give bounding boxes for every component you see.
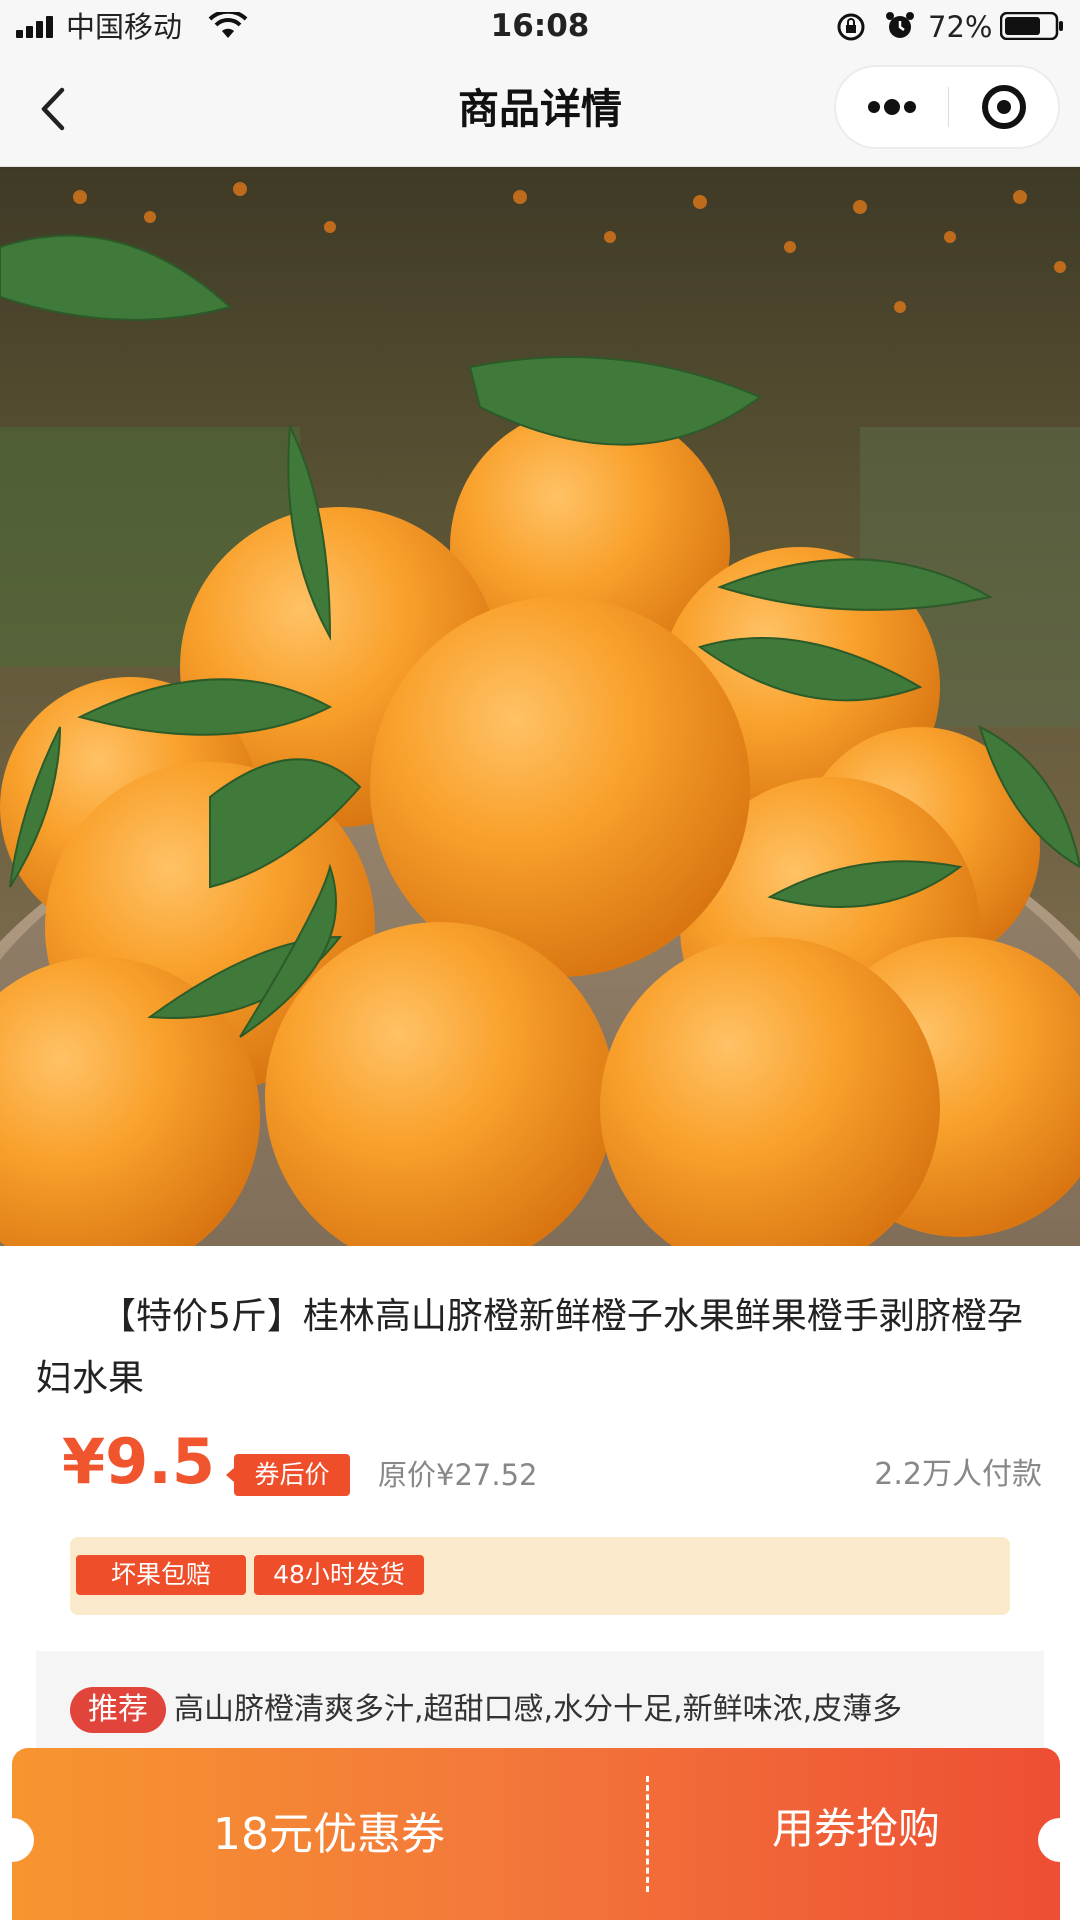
buy-with-coupon-button[interactable]: 用券抢购 [652,1800,1060,1858]
coupon-amount-button[interactable]: 18元优惠券 [12,1806,646,1864]
service-tag-48h-shipping: 48小时发货 [254,1555,424,1595]
mini-program-capsule [834,65,1060,149]
nav-bar: 商品详情 [0,52,1080,167]
alarm-icon [886,12,914,38]
status-bar: 中国移动 16:08 72% [0,0,1080,52]
rotation-lock-icon [837,13,865,41]
current-price: ¥9.5 [62,1425,215,1498]
service-guarantees: 坏果包赔 48小时发货 [70,1537,1010,1615]
product-title: 【特价5斤】桂林高山脐橙新鲜橙子水果鲜果橙手剥脐橙孕妇水果 [36,1296,1023,1399]
close-mini-program-icon[interactable] [950,67,1060,147]
recommend-section: 推荐 高山脐橙清爽多汁,超甜口感,水分十足,新鲜味浓,皮薄多 [36,1651,1044,1751]
battery-icon [1000,12,1063,40]
sales-count: 2.2万人付款 [874,1457,1042,1492]
product-image[interactable] [0,167,1080,1246]
recommend-badge: 推荐 [70,1687,166,1733]
price-row: ¥9.5 券后价 原价¥27.52 2.2万人付款 [0,1420,1080,1510]
after-coupon-price-tag: 券后价 [226,1454,350,1496]
recommend-text: 高山脐橙清爽多汁,超甜口感,水分十足,新鲜味浓,皮薄多 [174,1692,903,1727]
capsule-divider [948,87,949,127]
coupon-bar: 18元优惠券 用券抢购 [12,1748,1060,1920]
battery-percent: 72% [928,10,993,44]
clock-time: 16:08 [490,8,590,44]
service-tag-bad-fruit-refund: 坏果包赔 [76,1555,246,1595]
more-icon[interactable] [836,67,948,147]
coupon-divider [646,1776,649,1892]
original-price: 原价¥27.52 [378,1458,538,1492]
